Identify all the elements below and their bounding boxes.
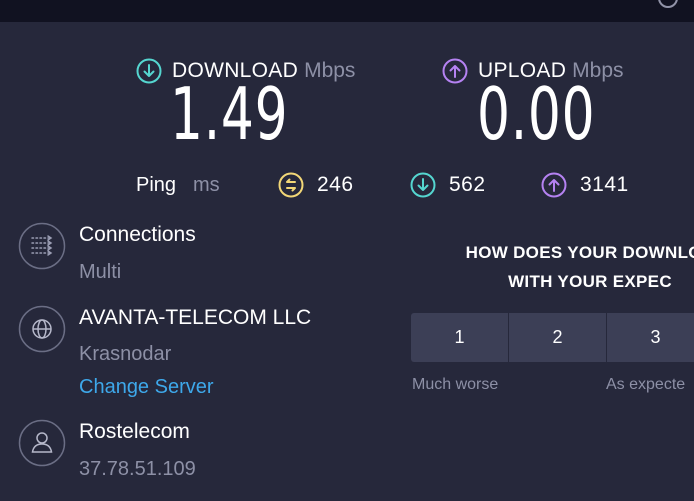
rating-button-2[interactable]: 2	[509, 313, 606, 362]
ping-label: Ping	[136, 174, 177, 196]
rating-button-3[interactable]: 3	[607, 313, 694, 362]
server-location: Krasnodar	[79, 343, 172, 365]
user-icon	[18, 419, 66, 467]
server-name: AVANTA-TELECOM LLC	[79, 306, 312, 329]
change-server-link[interactable]: Change Server	[79, 376, 214, 399]
ping-download-icon	[410, 172, 436, 198]
results-panel: DOWNLOAD Mbps 1.49 UPLOAD Mbps 0.00 Ping…	[0, 22, 694, 501]
ip-address: 37.78.51.109	[79, 458, 196, 480]
survey-question-line-1: HOW DOES YOUR DOWNLOA	[465, 243, 694, 262]
top-bar	[0, 0, 694, 22]
connections-title: Connections	[79, 223, 196, 246]
scale-label-low: Much worse	[412, 376, 499, 393]
ping-upload-value: 3141	[580, 173, 629, 196]
globe-icon	[18, 305, 66, 353]
ping-upload: 3141	[541, 170, 629, 200]
arrow-down-circle-icon	[136, 58, 162, 84]
ping-idle-value: 246	[317, 173, 354, 196]
survey-question: HOW DOES YOUR DOWNLOA WITH YOUR EXPEC	[400, 238, 694, 296]
survey-question-line-2: WITH YOUR EXPEC	[508, 272, 672, 291]
settings-icon[interactable]	[658, 0, 678, 8]
ping-unit: ms	[193, 174, 220, 196]
arrow-up-circle-icon	[442, 58, 468, 84]
download-speed-value: 1.49	[170, 72, 289, 156]
rating-scale: 1 2 3	[411, 313, 694, 362]
connections-value: Multi	[79, 261, 122, 283]
ping-idle-icon	[278, 172, 304, 198]
upload-speed-value: 0.00	[477, 72, 596, 156]
ping-idle: 246	[278, 170, 354, 200]
rating-button-1[interactable]: 1	[411, 313, 508, 362]
ping-upload-icon	[541, 172, 567, 198]
scale-label-mid: As expecte	[606, 376, 686, 393]
provider-name: Rostelecom	[79, 420, 190, 443]
ping-download-value: 562	[449, 173, 486, 196]
download-unit: Mbps	[304, 59, 356, 82]
connections-icon	[18, 222, 66, 270]
ping-download: 562	[410, 170, 486, 200]
